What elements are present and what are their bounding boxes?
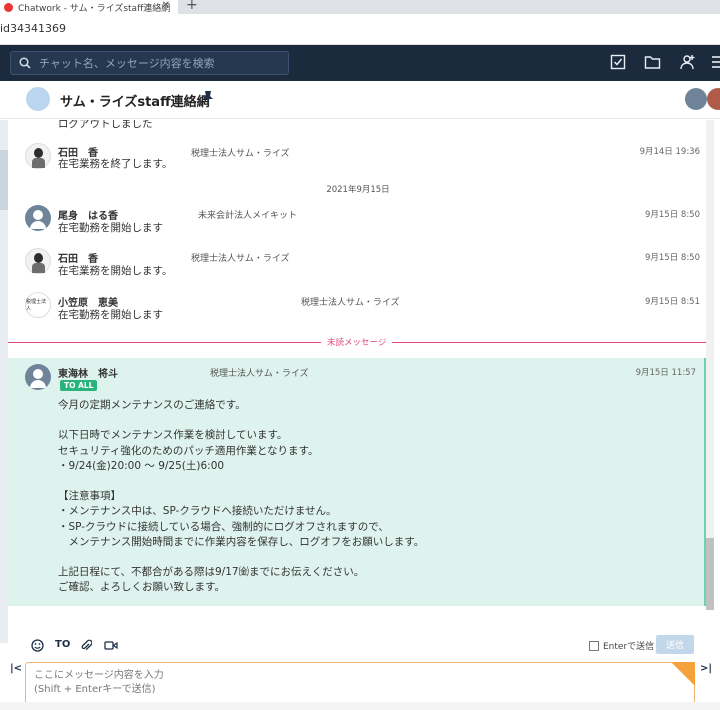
enter-to-send-toggle[interactable]: Enterで送信 <box>589 639 654 652</box>
emoji-icon[interactable] <box>31 639 44 652</box>
new-tab-button[interactable]: + <box>186 0 198 13</box>
menu-icon[interactable] <box>712 54 720 70</box>
app-header: チャット名、メッセージ内容を検索 <box>0 45 720 81</box>
timeline-scrollbar[interactable] <box>706 120 714 610</box>
message-timeline: ログアウトしました 石田 香 税理士法人サム・ライズ 9月14日 19:36 在… <box>8 120 708 610</box>
to-button[interactable]: TO <box>55 639 70 650</box>
member-avatar[interactable] <box>707 88 720 110</box>
avatar[interactable] <box>25 205 51 231</box>
pin-icon[interactable] <box>202 90 214 106</box>
bottom-edge <box>0 702 720 710</box>
browser-tab-bar: Chatwork - サム・ライズstaff連絡網 ✕ + <box>0 0 720 14</box>
message-input[interactable]: ここにメッセージ内容を入力 (Shift + Enterキーで送信) <box>25 662 695 706</box>
left-panel-edge <box>0 120 8 643</box>
sender-name[interactable]: 小笠原 恵美 <box>58 294 118 309</box>
message-body: 在宅業務を開始します。 <box>58 265 173 277</box>
highlighted-message[interactable]: 東海林 将斗 税理士法人サム・ライズ 9月15日 11:57 TO ALL 今月… <box>8 358 706 606</box>
task-checkbox-icon[interactable] <box>610 54 626 70</box>
message-timestamp: 9月15日 8:51 <box>644 297 700 307</box>
browser-tab[interactable]: Chatwork - サム・ライズstaff連絡網 ✕ <box>0 0 178 14</box>
collapse-left-button[interactable]: |< <box>10 663 22 674</box>
enter-to-send-checkbox[interactable] <box>589 640 599 651</box>
tab-close-icon[interactable]: ✕ <box>162 0 170 11</box>
room-icon <box>26 87 50 111</box>
avatar[interactable] <box>25 143 51 169</box>
input-placeholder-line1: ここにメッセージ内容を入力 <box>34 670 164 681</box>
sender-organization: 税理士法人サム・ライズ <box>191 254 290 264</box>
avatar[interactable]: 税理士法人 <box>25 292 51 318</box>
send-button[interactable]: 送信 <box>656 635 694 654</box>
date-separator: 2021年9月15日 <box>326 185 390 195</box>
chatwork-favicon-icon <box>4 2 13 12</box>
unread-label: 未読メッセージ <box>321 336 393 348</box>
browser-tab-title: Chatwork - サム・ライズstaff連絡網 <box>18 3 171 14</box>
message-body: 在宅勤務を開始します <box>58 309 163 321</box>
attachment-icon[interactable] <box>80 639 92 652</box>
room-header: サム・ライズstaff連絡網 <box>0 81 720 119</box>
search-icon <box>19 57 31 69</box>
address-bar-url: id34341369 <box>0 22 67 35</box>
left-panel-marker <box>0 150 8 210</box>
scrollbar-thumb[interactable] <box>706 538 714 610</box>
address-bar[interactable]: id34341369 <box>0 14 720 45</box>
search-placeholder: チャット名、メッセージ内容を検索 <box>39 57 215 70</box>
sender-name[interactable]: 東海林 将斗 <box>58 365 118 380</box>
room-title: サム・ライズstaff連絡網 <box>60 95 210 110</box>
message-composer: TO Enterで送信 送信 ここにメッセージ内容を入力 (Shift + En… <box>8 630 708 710</box>
enter-to-send-label: Enterで送信 <box>603 642 655 652</box>
message-timestamp: 9月15日 11:57 <box>635 368 696 378</box>
sender-organization: 税理士法人サム・ライズ <box>210 369 309 379</box>
message-timestamp: 9月15日 8:50 <box>644 210 700 220</box>
collapse-right-button[interactable]: >| <box>700 663 712 674</box>
message-body: ログアウトしました <box>58 120 153 130</box>
message-body: 在宅勤務を開始します <box>58 222 163 234</box>
avatar-logo-text: 税理士法人 <box>26 299 47 312</box>
sender-name[interactable]: 尾身 はる香 <box>58 207 118 222</box>
folder-icon[interactable] <box>644 54 661 70</box>
to-all-badge: TO ALL <box>60 380 98 391</box>
search-input[interactable]: チャット名、メッセージ内容を検索 <box>10 51 289 75</box>
sender-organization: 税理士法人サム・ライズ <box>191 149 290 159</box>
sender-name[interactable]: 石田 香 <box>58 250 98 265</box>
sender-organization: 未来会計法人メイキット <box>198 211 298 221</box>
add-contact-icon[interactable] <box>678 54 696 70</box>
message-body: 今月の定期メンテナンスのご連絡です。 以下日時でメンテナンス作業を検討しています… <box>58 399 425 594</box>
avatar[interactable] <box>25 364 51 390</box>
message-timestamp: 9月14日 19:36 <box>639 147 700 157</box>
avatar[interactable] <box>25 248 51 274</box>
message-timestamp: 9月15日 8:50 <box>644 253 700 263</box>
input-placeholder-line2: (Shift + Enterキーで送信) <box>34 684 156 695</box>
video-call-icon[interactable] <box>104 639 118 652</box>
member-avatar[interactable] <box>685 88 707 110</box>
message-body: 在宅業務を終了します。 <box>58 158 173 170</box>
sender-organization: 税理士法人サム・ライズ <box>301 298 400 308</box>
